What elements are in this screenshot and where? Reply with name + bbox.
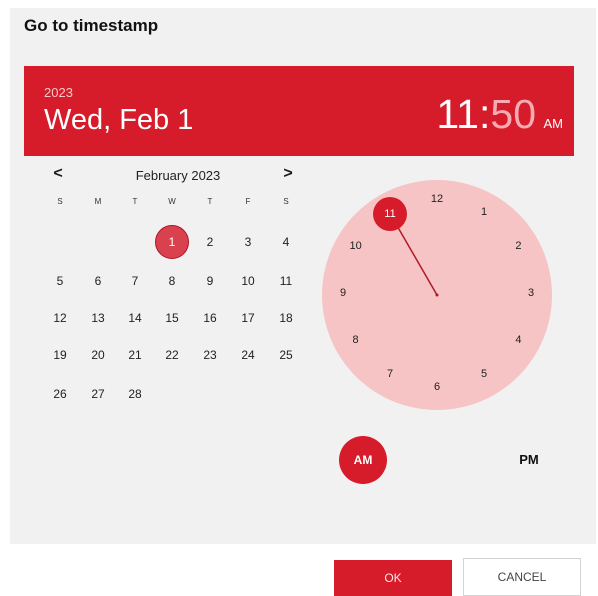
header-separator: : (478, 91, 491, 137)
calendar-day-selected[interactable]: 1 (155, 225, 189, 259)
calendar-day[interactable]: 24 (231, 338, 265, 372)
calendar-day[interactable]: 28 (118, 377, 152, 411)
weekday-label: T (132, 197, 138, 206)
weekday-label: T (207, 197, 213, 206)
calendar-day[interactable]: 23 (193, 338, 227, 372)
calendar-day[interactable]: 3 (231, 225, 265, 259)
chevron-right-icon[interactable]: > (278, 164, 298, 184)
calendar-day[interactable]: 20 (81, 338, 115, 372)
calendar-day[interactable]: 5 (43, 264, 77, 298)
chevron-left-icon[interactable]: < (48, 164, 68, 184)
weekday-label: S (283, 197, 289, 206)
dialog-title: Go to timestamp (24, 16, 159, 35)
calendar-day[interactable]: 11 (269, 264, 303, 298)
calendar-day[interactable]: 8 (155, 264, 189, 298)
calendar-day[interactable]: 12 (43, 301, 77, 335)
calendar-day[interactable]: 18 (269, 301, 303, 335)
header-minute[interactable]: 50 (490, 91, 536, 137)
clock-hour-number[interactable]: 12 (425, 193, 449, 209)
clock-hour-number[interactable]: 4 (506, 334, 530, 350)
clock-hour-selected[interactable]: 11 (373, 196, 407, 231)
clock-hand-line (396, 225, 438, 296)
am-button[interactable]: AM (339, 436, 387, 484)
date-time-header: 2023 Wed, Feb 1 11:50 AM (24, 66, 574, 156)
weekday-label: M (94, 197, 102, 206)
header-year[interactable]: 2023 (44, 85, 73, 100)
clock-hour-number[interactable]: 7 (378, 368, 402, 384)
calendar-day[interactable]: 15 (155, 301, 189, 335)
calendar-day[interactable]: 6 (81, 264, 115, 298)
weekday-label: F (245, 197, 251, 206)
clock-hour-number[interactable]: 8 (344, 334, 368, 350)
calendar-day[interactable]: 13 (81, 301, 115, 335)
clock-hour-number[interactable]: 6 (425, 381, 449, 397)
pm-button[interactable]: PM (505, 436, 553, 484)
clock-hour-number[interactable]: 9 (331, 287, 355, 303)
header-ampm[interactable]: AM (544, 116, 564, 131)
calendar-day[interactable]: 17 (231, 301, 265, 335)
calendar-day[interactable]: 19 (43, 338, 77, 372)
calendar-day[interactable]: 14 (118, 301, 152, 335)
calendar-day[interactable]: 4 (269, 225, 303, 259)
clock-hour-number[interactable]: 10 (344, 240, 368, 256)
weekday-label: W (168, 197, 176, 206)
clock-hour-number[interactable]: 3 (519, 287, 543, 303)
calendar-day[interactable]: 2 (193, 225, 227, 259)
clock-dial[interactable]: 12 1 2 3 4 5 6 7 8 9 10 11 (322, 180, 552, 410)
ok-button[interactable]: OK (334, 560, 452, 596)
calendar-month-label: February 2023 (135, 168, 221, 183)
calendar-day[interactable]: 10 (231, 264, 265, 298)
calendar-day[interactable]: 16 (193, 301, 227, 335)
calendar-day[interactable]: 26 (43, 377, 77, 411)
clock-center-dot (435, 293, 439, 297)
weekday-label: S (57, 197, 63, 206)
clock-hand[interactable] (322, 180, 552, 410)
clock-hour-number[interactable]: 1 (472, 206, 496, 222)
clock-hour-number[interactable]: 5 (472, 368, 496, 384)
calendar-day[interactable]: 9 (193, 264, 227, 298)
header-time: 11:50 (436, 94, 536, 135)
calendar-day[interactable]: 7 (118, 264, 152, 298)
header-hour[interactable]: 11 (436, 91, 479, 137)
calendar-day[interactable]: 27 (81, 377, 115, 411)
calendar-day[interactable]: 25 (269, 338, 303, 372)
header-date[interactable]: Wed, Feb 1 (44, 104, 193, 137)
clock-hour-number[interactable]: 2 (506, 240, 530, 256)
calendar-day[interactable]: 22 (155, 338, 189, 372)
calendar-day[interactable]: 21 (118, 338, 152, 372)
cancel-button[interactable]: CANCEL (463, 558, 581, 596)
